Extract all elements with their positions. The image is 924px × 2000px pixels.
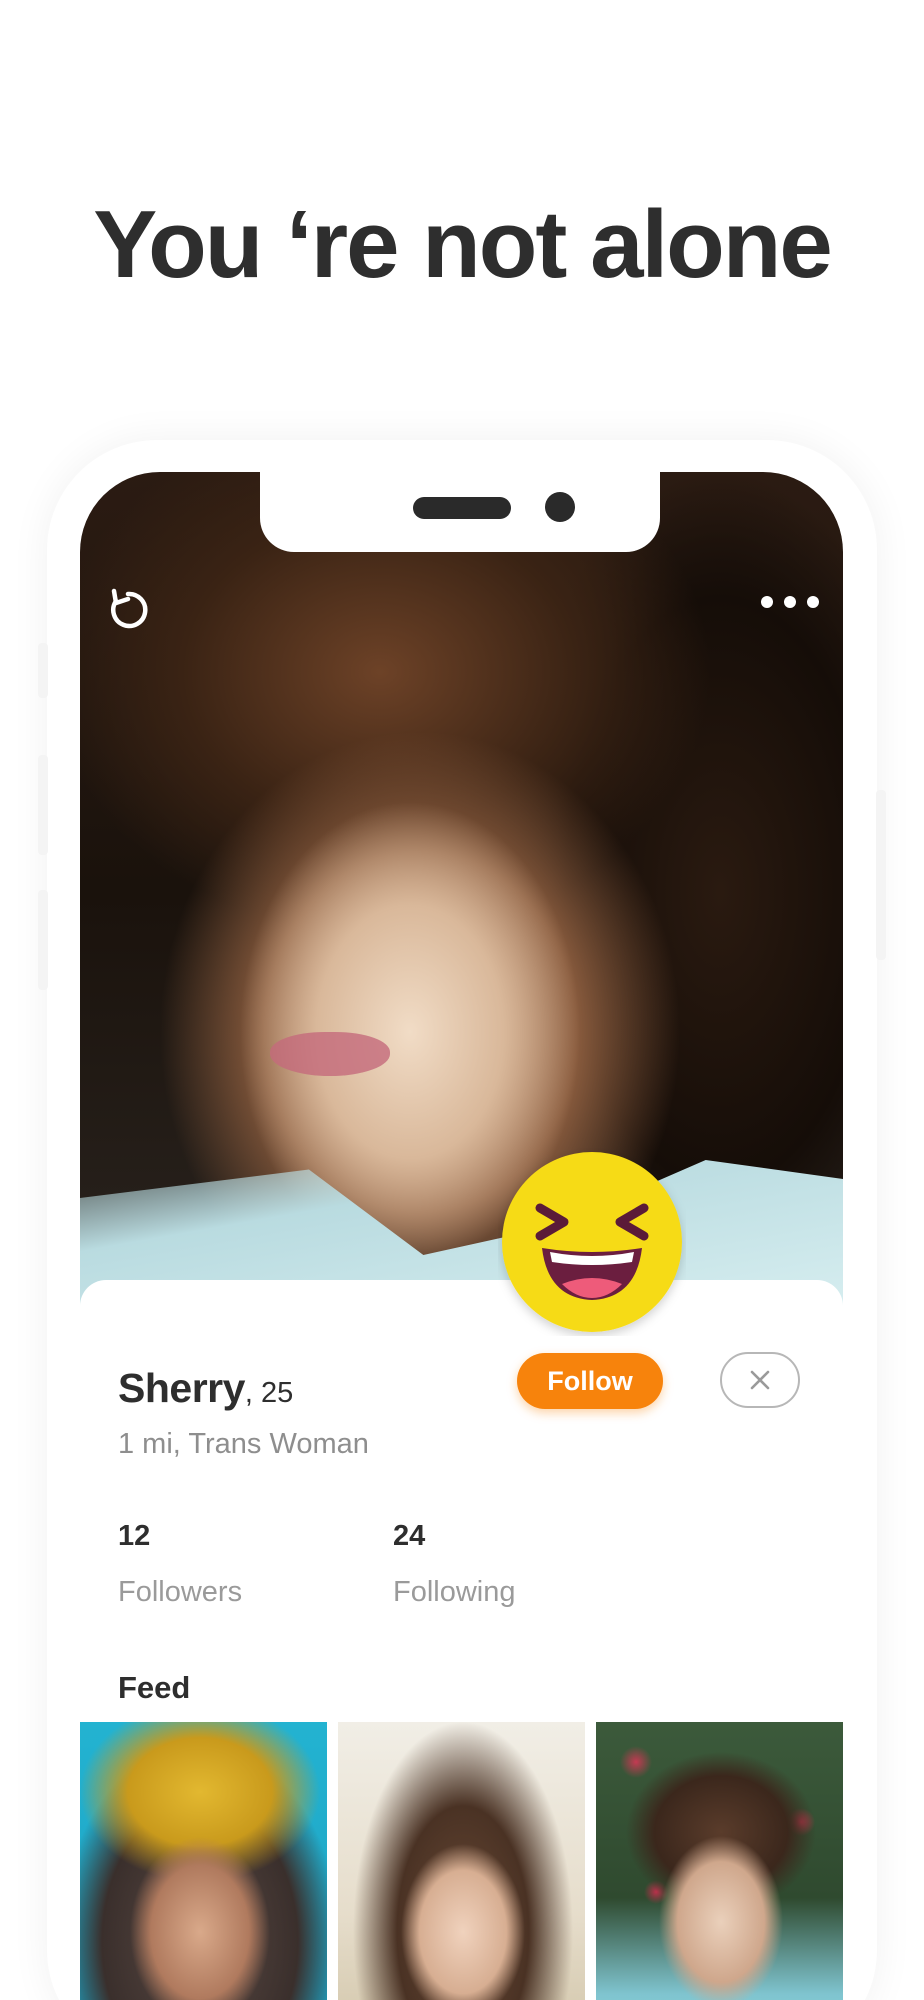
phone-side-button	[38, 755, 48, 855]
close-icon	[750, 1370, 770, 1390]
feed-thumbnail[interactable]	[338, 1722, 585, 2000]
followers-count: 12	[118, 1520, 151, 1552]
photo-detail	[270, 1032, 390, 1076]
follow-button[interactable]: Follow	[517, 1353, 663, 1409]
feed-thumbnail[interactable]	[596, 1722, 843, 2000]
phone-side-button	[876, 790, 886, 960]
feed-title: Feed	[118, 1670, 191, 1705]
dismiss-button[interactable]	[720, 1352, 800, 1408]
profile-name: Sherry	[118, 1365, 245, 1411]
more-options-button[interactable]	[755, 582, 825, 622]
following-label[interactable]: Following	[393, 1576, 516, 1609]
profile-photo[interactable]	[80, 472, 843, 1312]
undo-button[interactable]	[100, 582, 156, 638]
phone-screen: Sherry, 25 1 mi, Trans Woman Follow 12 F…	[80, 472, 843, 2000]
notch-speaker	[413, 497, 511, 519]
profile-meta: 1 mi, Trans Woman	[118, 1428, 369, 1460]
feed-thumbnail[interactable]	[80, 1722, 327, 2000]
profile-name-line: Sherry, 25	[118, 1365, 293, 1412]
followers-label[interactable]: Followers	[118, 1576, 242, 1609]
phone-side-button	[38, 643, 48, 698]
following-count: 24	[393, 1520, 426, 1552]
phone-side-button	[38, 890, 48, 990]
profile-age: , 25	[244, 1377, 294, 1409]
undo-icon	[111, 588, 148, 629]
headline: You ‘re not alone	[93, 191, 833, 298]
laughing-emoji-icon	[502, 1152, 682, 1332]
page: You ‘re not alone Sherry, 25 1 mi, Trans…	[0, 0, 924, 2000]
reaction-emoji-button[interactable]	[498, 1148, 686, 1336]
profile-card: Sherry, 25 1 mi, Trans Woman Follow 12 F…	[80, 1280, 843, 2000]
notch-camera	[545, 492, 575, 522]
more-horizontal-icon	[761, 596, 819, 608]
